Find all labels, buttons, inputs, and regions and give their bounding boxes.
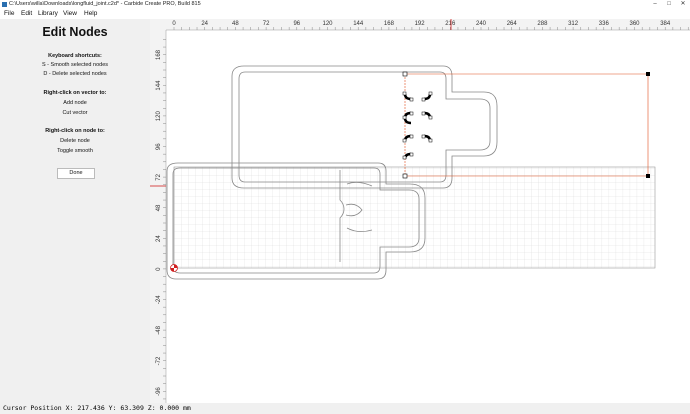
- menu-bar: File Edit Library View Help: [0, 9, 690, 19]
- y-tick-label: 24: [156, 235, 162, 242]
- canvas-drawing: 0 24 48 72 96 120 144 168 192 216 240 26…: [150, 19, 690, 403]
- status-bar: Cursor Position X: 217.436 Y: 63.309 Z: …: [0, 403, 690, 414]
- section-heading-keyboard: Keyboard shortcuts:: [48, 53, 102, 59]
- y-tick-label: 96: [156, 143, 162, 150]
- window-controls: – □ ✕: [648, 0, 690, 9]
- menu-help[interactable]: Help: [84, 9, 97, 19]
- close-button[interactable]: ✕: [676, 0, 690, 9]
- done-button[interactable]: Done: [57, 168, 95, 179]
- window-title: C:\Users\willa\Downloads\longfluid_joint…: [9, 1, 201, 7]
- menu-view[interactable]: View: [63, 9, 77, 19]
- cursor-position-readout: Cursor Position X: 217.436 Y: 63.309 Z: …: [3, 404, 191, 412]
- y-tick-label: 168: [156, 49, 162, 60]
- selection-handle[interactable]: [402, 71, 408, 77]
- selection-box: [404, 73, 649, 177]
- y-tick-label: 144: [156, 80, 162, 91]
- y-tick-label: -48: [156, 325, 162, 334]
- y-tick-label: 72: [156, 173, 162, 180]
- origin-marker: [170, 264, 178, 272]
- node-toggle-smooth: Toggle smooth: [57, 148, 93, 154]
- node-handles[interactable]: [402, 91, 433, 160]
- edit-nodes-panel: Edit Nodes Keyboard shortcuts: S - Smoot…: [0, 19, 150, 403]
- menu-file[interactable]: File: [4, 9, 14, 19]
- menu-edit[interactable]: Edit: [21, 9, 32, 19]
- x-tick-label: 264: [507, 21, 518, 27]
- maximize-button[interactable]: □: [662, 0, 676, 9]
- section-heading-node: Right-click on node to:: [45, 128, 105, 134]
- selection-handle[interactable]: [646, 72, 650, 76]
- section-heading-vector: Right-click on vector to:: [43, 90, 107, 96]
- selection-handle[interactable]: [646, 174, 650, 178]
- x-tick-label: 168: [384, 21, 395, 27]
- minimize-button[interactable]: –: [648, 0, 662, 9]
- x-tick-label: 240: [476, 21, 487, 27]
- y-tick-label: -24: [156, 295, 162, 304]
- x-tick-label: 72: [263, 21, 270, 27]
- x-tick-label: 24: [201, 21, 208, 27]
- node-delete: Delete node: [60, 138, 90, 144]
- vector-add-node: Add node: [63, 100, 87, 106]
- x-tick-label: 120: [322, 21, 333, 27]
- y-tick-label: 120: [156, 111, 162, 122]
- x-tick-label: 288: [537, 21, 548, 27]
- design-canvas[interactable]: 0 24 48 72 96 120 144 168 192 216 240 26…: [150, 19, 690, 403]
- y-tick-label: -96: [156, 387, 162, 396]
- x-tick-label: 360: [629, 21, 640, 27]
- menu-library[interactable]: Library: [38, 9, 58, 19]
- x-tick-label: 96: [293, 21, 300, 27]
- vector-cut: Cut vector: [62, 110, 88, 116]
- shortcut-smooth: S - Smooth selected nodes: [41, 62, 109, 68]
- title-bar: C:\Users\willa\Downloads\longfluid_joint…: [0, 0, 690, 9]
- x-tick-label: 384: [660, 21, 671, 27]
- selection-handle[interactable]: [402, 173, 408, 179]
- panel-title: Edit Nodes: [42, 25, 108, 39]
- x-tick-label: 144: [353, 21, 364, 27]
- x-tick-label: 48: [232, 21, 239, 27]
- x-tick-label: 336: [599, 21, 610, 27]
- y-tick-label: -72: [156, 356, 162, 365]
- x-tick-label: 312: [568, 21, 579, 27]
- node-cluster[interactable]: [403, 93, 432, 160]
- app-icon: [2, 2, 7, 7]
- x-tick-label: 192: [415, 21, 426, 27]
- y-tick-label: 48: [156, 204, 162, 211]
- shortcut-delete: D - Delete selected nodes: [43, 71, 107, 77]
